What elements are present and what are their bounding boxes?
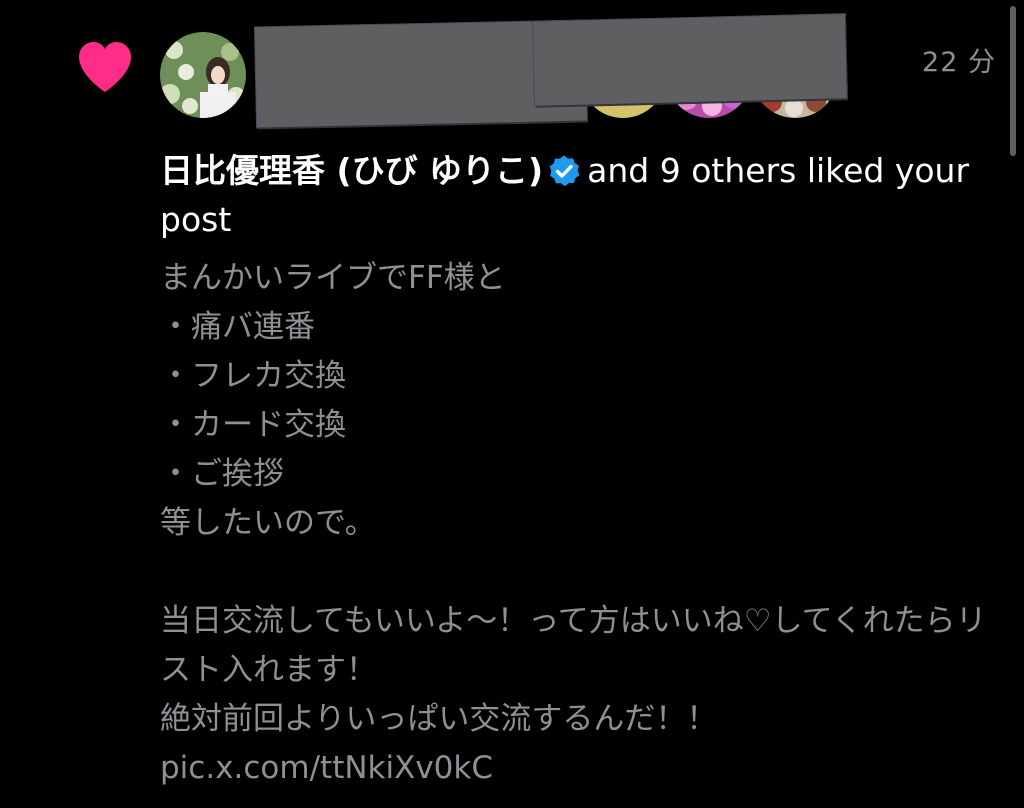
redaction-block — [533, 14, 847, 106]
liker-avatars — [160, 14, 880, 128]
heart-icon — [79, 42, 131, 92]
post-text[interactable]: まんかいライブでFF様と ・痛バ連番 ・フレカ交換 ・カード交換 ・ご挨拶 等し… — [160, 254, 1000, 793]
liker-name[interactable]: 日比優理香 (ひび ゆりこ) — [160, 151, 543, 190]
scrollbar[interactable] — [1010, 6, 1016, 156]
timestamp: 22 分 — [922, 47, 996, 78]
notification-headline[interactable]: 日比優理香 (ひび ゆりこ) and 9 others liked your p… — [160, 146, 980, 244]
avatar-1[interactable] — [160, 32, 246, 118]
verified-badge-icon — [549, 155, 580, 187]
